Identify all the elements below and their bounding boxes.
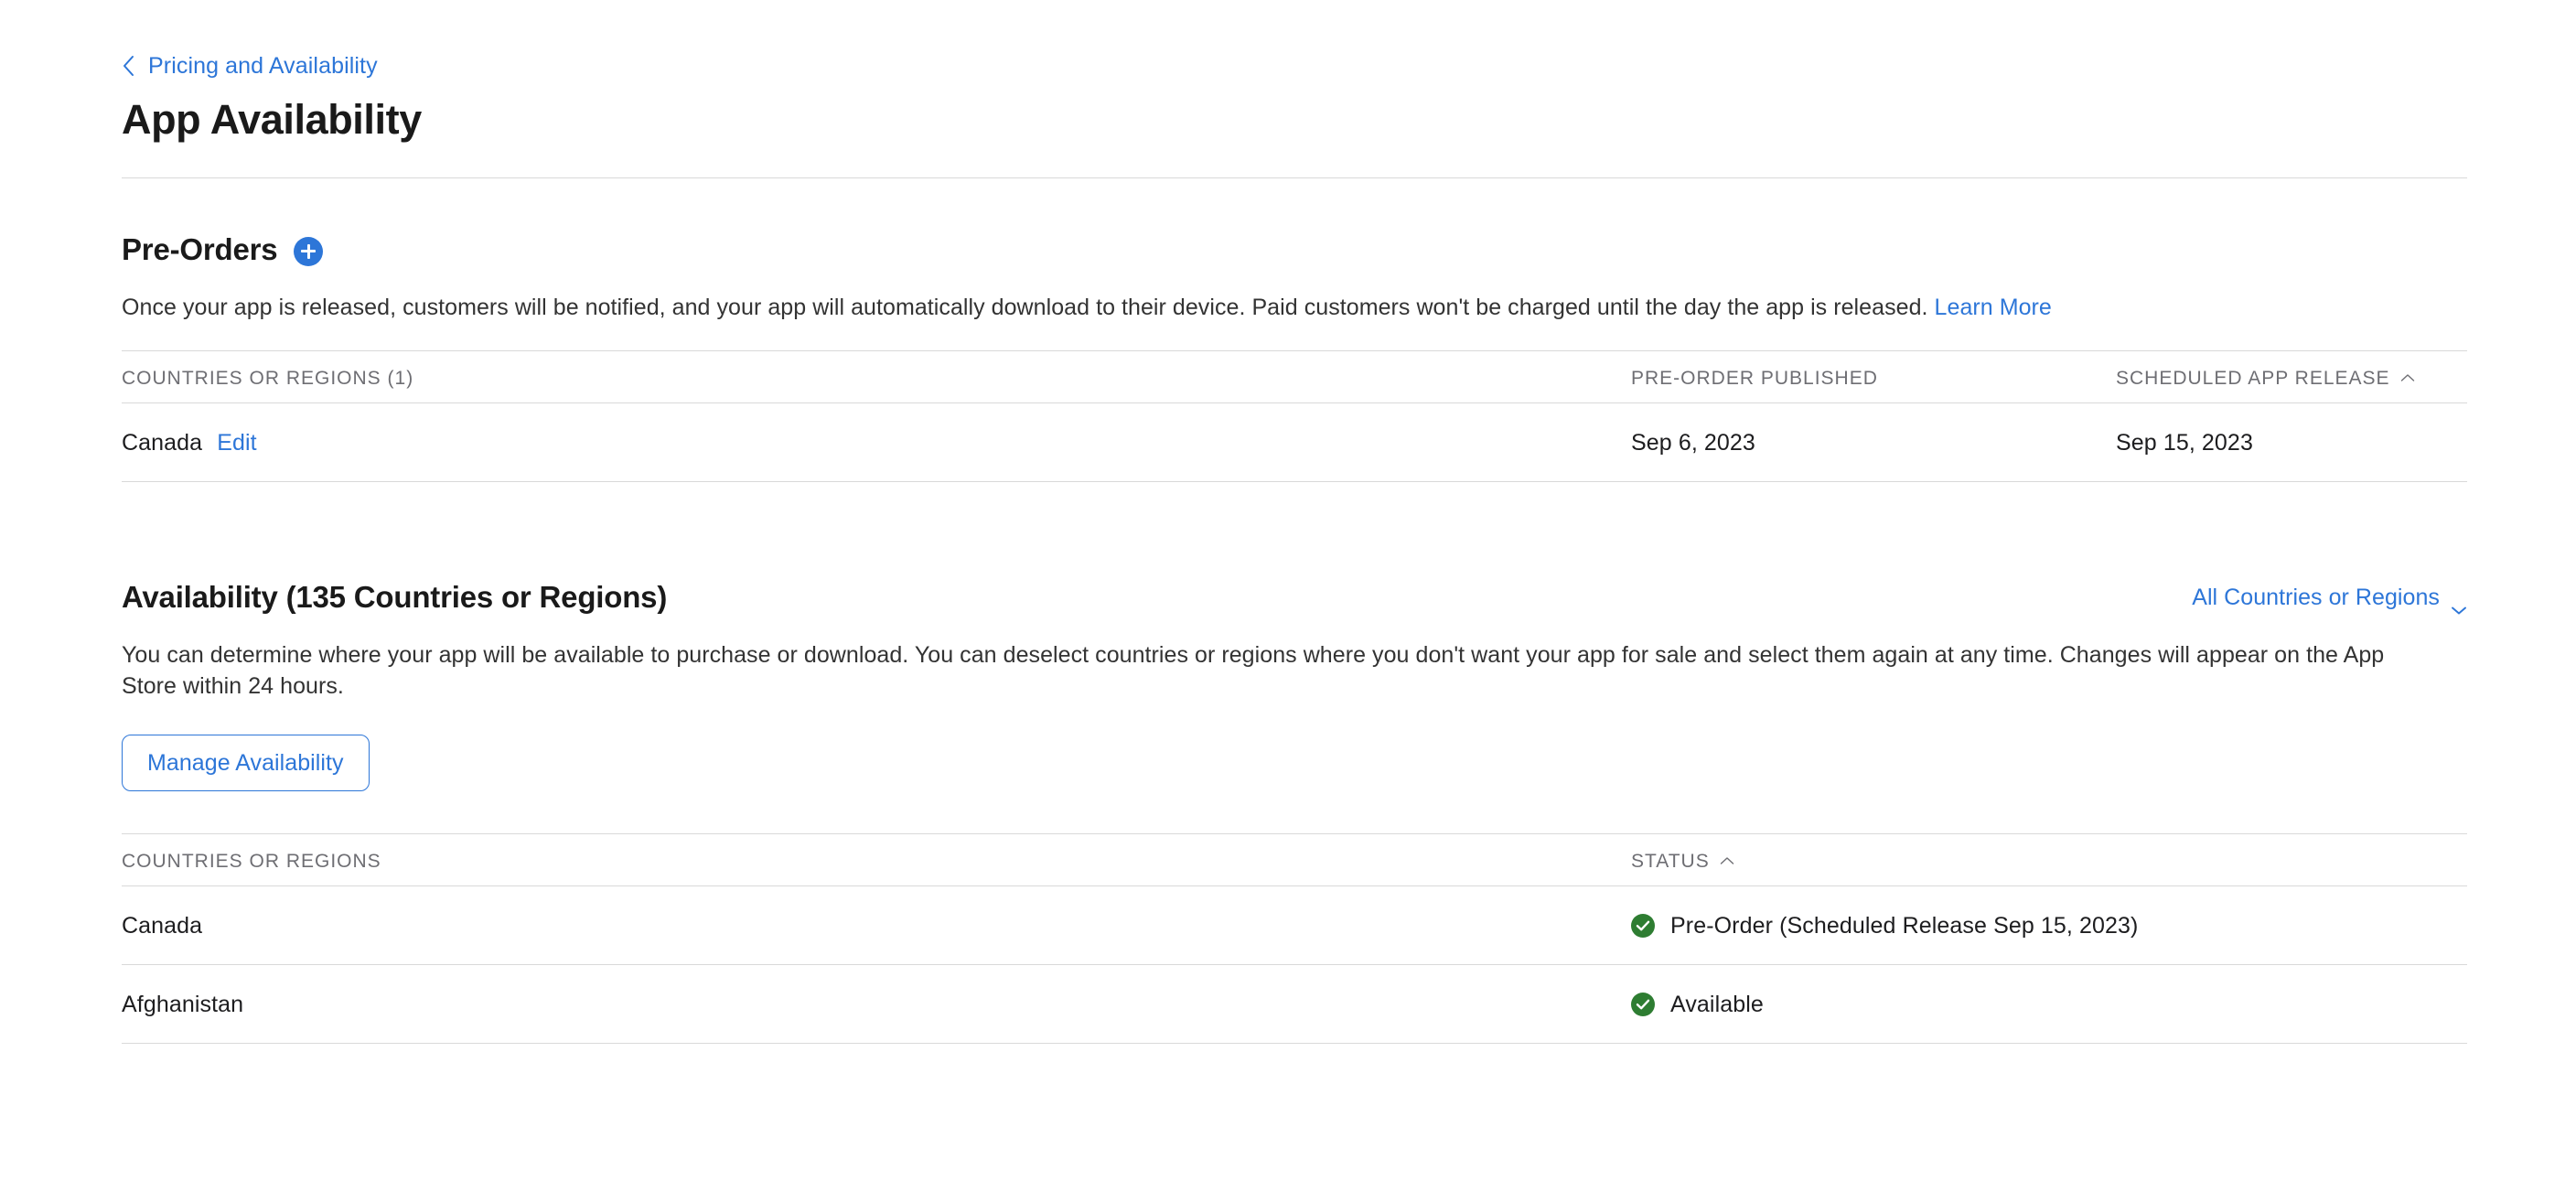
learn-more-link[interactable]: Learn More: [1935, 295, 2052, 320]
column-header-countries: COUNTRIES OR REGIONS (1): [122, 368, 414, 389]
cell-country: Afghanistan: [122, 991, 244, 1017]
availability-section: Availability (135 Countries or Regions) …: [122, 579, 2467, 1044]
availability-description: You can determine where your app will be…: [122, 642, 2385, 699]
status-badge: Available: [1631, 990, 1764, 1019]
column-header-status-label: STATUS: [1631, 851, 1710, 872]
check-circle-icon: [1631, 992, 1655, 1016]
pre-orders-section: Pre-Orders Once your app is released, cu…: [122, 231, 2467, 482]
breadcrumb-link[interactable]: Pricing and Availability: [148, 52, 378, 80]
pre-orders-header: Pre-Orders: [122, 231, 2467, 268]
manage-availability-button[interactable]: Manage Availability: [122, 735, 370, 791]
status-text: Pre-Order (Scheduled Release Sep 15, 202…: [1670, 912, 2139, 939]
status-badge: Pre-Order (Scheduled Release Sep 15, 202…: [1631, 911, 2138, 940]
edit-link[interactable]: Edit: [217, 428, 256, 457]
cell-status: Available: [1631, 990, 2467, 1019]
cell-scheduled-app-release: Sep 15, 2023: [2116, 429, 2253, 456]
caret-up-icon: [2400, 373, 2415, 382]
chevron-down-icon: [2451, 594, 2467, 615]
table-row: Afghanistan Available: [122, 965, 2467, 1044]
column-header-pre-order-published-label: PRE-ORDER PUBLISHED: [1631, 368, 1878, 389]
availability-title: Availability (135 Countries or Regions): [122, 580, 668, 614]
availability-table: COUNTRIES OR REGIONS STATUS Canada Pre-O…: [122, 833, 2467, 1044]
check-circle-icon: [1631, 913, 1655, 938]
cell-country: Canada: [122, 912, 203, 939]
table-header-row: COUNTRIES OR REGIONS (1) PRE-ORDER PUBLI…: [122, 350, 2467, 403]
chevron-left-icon: [121, 53, 136, 79]
pre-orders-table: COUNTRIES OR REGIONS (1) PRE-ORDER PUBLI…: [122, 350, 2467, 482]
table-header-row: COUNTRIES OR REGIONS STATUS: [122, 833, 2467, 886]
availability-header: Availability (135 Countries or Regions) …: [122, 579, 2467, 616]
cell-pre-order-published: Sep 6, 2023: [1631, 429, 1755, 456]
all-countries-or-regions-dropdown-label: All Countries or Regions: [2192, 585, 2440, 610]
column-header-countries: COUNTRIES OR REGIONS: [122, 851, 381, 872]
pre-orders-description-text: Once your app is released, customers wil…: [122, 295, 1928, 320]
title-divider: [122, 177, 2467, 178]
all-countries-or-regions-dropdown[interactable]: All Countries or Regions: [2192, 583, 2467, 615]
pre-orders-title: Pre-Orders: [122, 232, 278, 266]
column-header-scheduled-app-release[interactable]: SCHEDULED APP RELEASE: [2116, 367, 2467, 402]
page-title: App Availability: [122, 96, 422, 143]
add-pre-order-button[interactable]: [294, 236, 324, 266]
caret-up-icon: [1720, 856, 1734, 865]
page-content: Pricing and Availability App Availabilit…: [122, 0, 2467, 1044]
pre-orders-description: Once your app is released, customers wil…: [122, 292, 2390, 323]
column-header-pre-order-published[interactable]: PRE-ORDER PUBLISHED: [1631, 367, 2116, 402]
column-header-status[interactable]: STATUS: [1631, 850, 2467, 885]
column-header-scheduled-app-release-label: SCHEDULED APP RELEASE: [2116, 368, 2390, 389]
table-row: Canada Pre-Order (Scheduled Release Sep …: [122, 886, 2467, 965]
country-name: Canada: [122, 429, 203, 456]
status-text: Available: [1670, 991, 1764, 1017]
app-availability-page: Pricing and Availability App Availabilit…: [0, 0, 2576, 1202]
cell-status: Pre-Order (Scheduled Release Sep 15, 202…: [1631, 911, 2467, 940]
breadcrumb[interactable]: Pricing and Availability: [122, 52, 2467, 80]
table-row: Canada Edit Sep 6, 2023 Sep 15, 2023: [122, 403, 2467, 482]
cell-country: Canada Edit: [122, 428, 1631, 457]
